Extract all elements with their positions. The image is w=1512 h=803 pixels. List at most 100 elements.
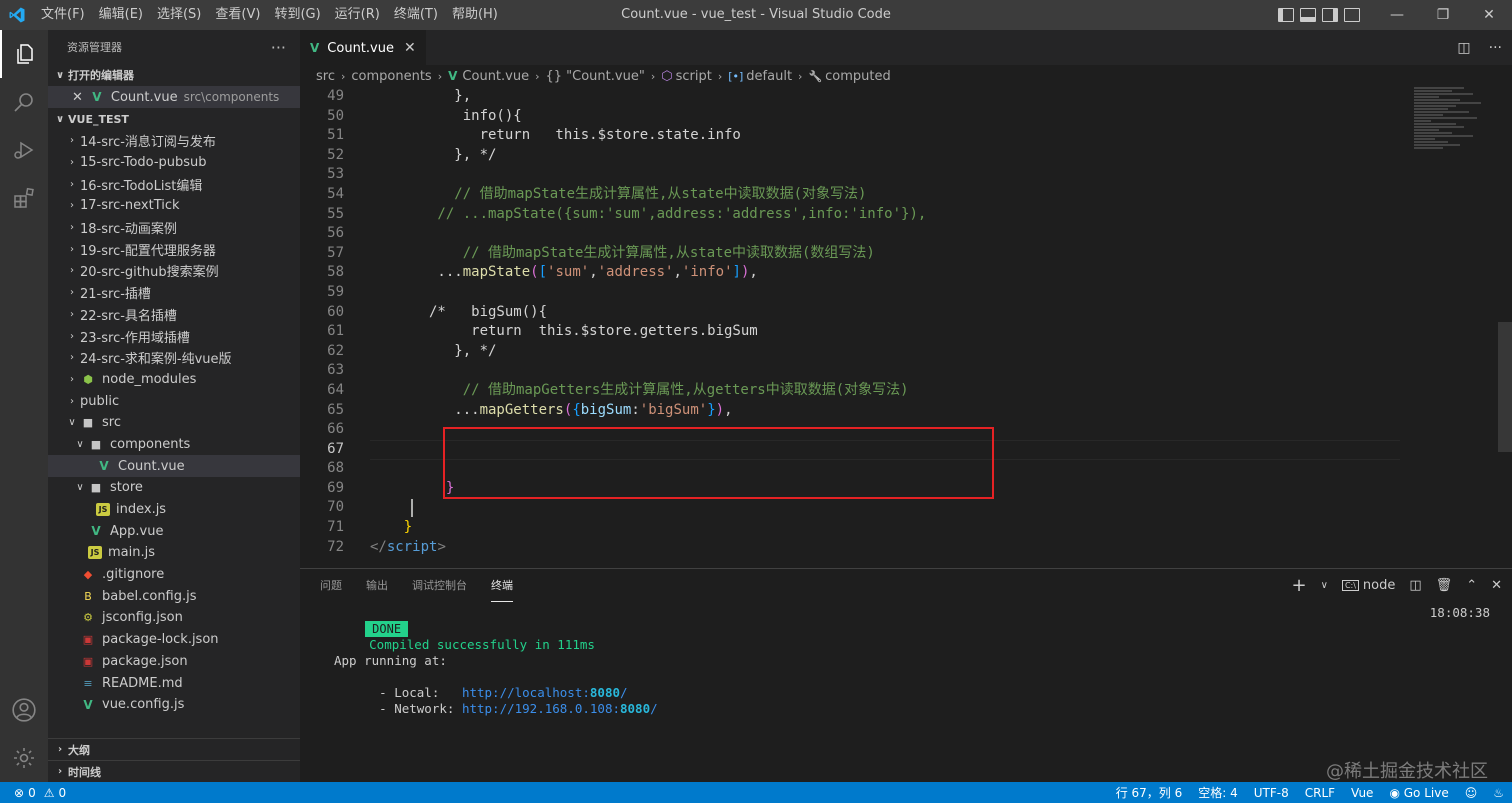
- close-panel-icon[interactable]: ✕: [1491, 578, 1502, 593]
- tree-item[interactable]: › 24-src-求和案例-纯vue版: [48, 347, 300, 369]
- encoding[interactable]: UTF-8: [1254, 786, 1289, 800]
- more-actions-icon[interactable]: ···: [1489, 40, 1502, 56]
- minimap-line: [1414, 114, 1444, 116]
- minimap-line: [1414, 96, 1440, 98]
- tree-item[interactable]: › 17-src-nextTick: [48, 195, 300, 217]
- activity-bar: [0, 30, 48, 782]
- panel-tab-3[interactable]: 终端: [491, 569, 513, 602]
- tree-item[interactable]: › 16-src-TodoList编辑: [48, 173, 300, 195]
- outline-section[interactable]: › 大纲: [48, 738, 300, 760]
- split-terminal-icon[interactable]: ◫: [1409, 578, 1421, 593]
- tree-item[interactable]: › 19-src-配置代理服务器: [48, 238, 300, 260]
- breadcrumb-item[interactable]: components: [351, 69, 431, 84]
- toggle-panel-icon[interactable]: [1300, 8, 1316, 22]
- breadcrumb-separator-icon: ›: [650, 69, 656, 83]
- menu-item-6[interactable]: 终端(T): [387, 0, 445, 30]
- breadcrumb-item[interactable]: computed: [825, 69, 891, 84]
- extensions-icon[interactable]: [0, 174, 48, 222]
- tree-item-label: 17-src-nextTick: [80, 198, 180, 214]
- tree-item[interactable]: ≡ README.md: [48, 672, 300, 694]
- menu-item-5[interactable]: 运行(R): [328, 0, 387, 30]
- terminal-name[interactable]: node: [1363, 578, 1395, 593]
- restore-button[interactable]: ❐: [1420, 0, 1466, 30]
- open-editor-item[interactable]: ✕ V Count.vue src\components: [48, 86, 300, 108]
- close-icon[interactable]: ✕: [72, 90, 83, 105]
- account-icon[interactable]: [0, 686, 48, 734]
- explorer-title: 资源管理器: [67, 41, 122, 54]
- tree-item[interactable]: ⚙ jsconfig.json: [48, 607, 300, 629]
- manage-gear-icon[interactable]: [0, 734, 48, 782]
- tree-item[interactable]: V App.vue: [48, 520, 300, 542]
- tree-item[interactable]: › public: [48, 390, 300, 412]
- highlight-annotation-box: [443, 427, 994, 499]
- tree-item[interactable]: › ⬢ node_modules: [48, 369, 300, 391]
- tree-item[interactable]: › 22-src-具名插槽: [48, 304, 300, 326]
- run-debug-icon[interactable]: [0, 126, 48, 174]
- explorer-icon[interactable]: [0, 30, 48, 78]
- timeline-section[interactable]: › 时间线: [48, 760, 300, 782]
- close-window-button[interactable]: ✕: [1466, 0, 1512, 30]
- split-editor-icon[interactable]: ◫: [1457, 40, 1470, 56]
- menu-item-0[interactable]: 文件(F): [34, 0, 92, 30]
- close-tab-icon[interactable]: ✕: [404, 40, 416, 56]
- breadcrumb-item[interactable]: Count.vue: [462, 69, 529, 84]
- tree-item[interactable]: ∨ ■ components: [48, 434, 300, 456]
- tree-item[interactable]: › 18-src-动画案例: [48, 217, 300, 239]
- tree-item[interactable]: › 14-src-消息订阅与发布: [48, 130, 300, 152]
- indentation[interactable]: 空格: 4: [1198, 784, 1238, 801]
- toggle-primary-sidebar-icon[interactable]: [1278, 8, 1294, 22]
- minimize-button[interactable]: —: [1374, 0, 1420, 30]
- tree-item[interactable]: ◆ .gitignore: [48, 564, 300, 586]
- tree-item[interactable]: V Count.vue: [48, 455, 300, 477]
- tree-item[interactable]: › 23-src-作用域插槽: [48, 325, 300, 347]
- menu-item-4[interactable]: 转到(G): [267, 0, 327, 30]
- scrollbar-thumb[interactable]: [1498, 322, 1512, 452]
- tree-item[interactable]: Bbabel.config.js: [48, 585, 300, 607]
- panel-tab-2[interactable]: 调试控制台: [412, 569, 467, 602]
- menu-item-1[interactable]: 编辑(E): [92, 0, 150, 30]
- more-actions-icon[interactable]: ···: [271, 38, 286, 57]
- chevron-down-icon[interactable]: ∨: [1321, 580, 1328, 591]
- end-of-line[interactable]: CRLF: [1305, 786, 1335, 800]
- panel-tab-1[interactable]: 输出: [366, 569, 388, 602]
- vertical-scrollbar[interactable]: [1498, 87, 1512, 568]
- breadcrumb-item[interactable]: default: [746, 69, 792, 84]
- tab-count-vue[interactable]: V Count.vue ✕: [300, 30, 426, 65]
- menu-item-2[interactable]: 选择(S): [150, 0, 208, 30]
- tree-item[interactable]: › 21-src-插槽: [48, 282, 300, 304]
- code-area[interactable]: 49 }, 50 info(){ 51 return this.$store.s…: [300, 87, 1512, 568]
- trash-icon[interactable]: 🗑: [1436, 578, 1453, 593]
- new-terminal-icon[interactable]: +: [1292, 575, 1307, 596]
- breadcrumb-item[interactable]: script: [676, 69, 712, 84]
- tree-item[interactable]: ∨ ■ src: [48, 412, 300, 434]
- tree-item[interactable]: ▣ package-lock.json: [48, 629, 300, 651]
- toggle-secondary-sidebar-icon[interactable]: [1322, 8, 1338, 22]
- menu-item-3[interactable]: 查看(V): [208, 0, 267, 30]
- customize-layout-icon[interactable]: [1344, 8, 1360, 22]
- breadcrumb-item[interactable]: src: [316, 69, 335, 84]
- panel-tab-0[interactable]: 问题: [320, 569, 342, 602]
- tree-item[interactable]: ∨ ■ store: [48, 477, 300, 499]
- terminal-output[interactable]: DONE Compiled successfully in 111ms 18:0…: [320, 605, 1490, 716]
- tree-item[interactable]: Vvue.config.js: [48, 694, 300, 716]
- tree-item[interactable]: › 20-src-github搜索案例: [48, 260, 300, 282]
- project-section[interactable]: ∨ VUE_TEST: [48, 108, 300, 130]
- maximize-panel-icon[interactable]: ⌃: [1466, 578, 1477, 593]
- problems-status[interactable]: ⊗ 0 ⚠ 0: [0, 786, 66, 800]
- open-editors-section[interactable]: ∨ 打开的编辑器: [48, 64, 300, 86]
- cursor-position[interactable]: 行 67，列 6: [1116, 784, 1183, 801]
- tree-item[interactable]: JS main.js: [48, 542, 300, 564]
- menu-item-7[interactable]: 帮助(H): [445, 0, 505, 30]
- search-icon[interactable]: [0, 78, 48, 126]
- tree-item[interactable]: JS index.js: [48, 499, 300, 521]
- tree-item[interactable]: › 15-src-Todo-pubsub: [48, 152, 300, 174]
- network-url[interactable]: http://192.168.0.108:8080/: [462, 701, 658, 716]
- feedback-icon[interactable]: ☺: [1465, 786, 1478, 800]
- go-live-button[interactable]: ◉ Go Live: [1389, 786, 1448, 800]
- tree-item-label: babel.config.js: [102, 588, 197, 604]
- tree-item[interactable]: ▣ package.json: [48, 651, 300, 673]
- minimap[interactable]: [1414, 87, 1498, 197]
- notifications-bell-icon[interactable]: ♨: [1493, 786, 1504, 800]
- language-mode[interactable]: Vue: [1351, 786, 1373, 800]
- breadcrumb-item[interactable]: {} "Count.vue": [546, 69, 645, 84]
